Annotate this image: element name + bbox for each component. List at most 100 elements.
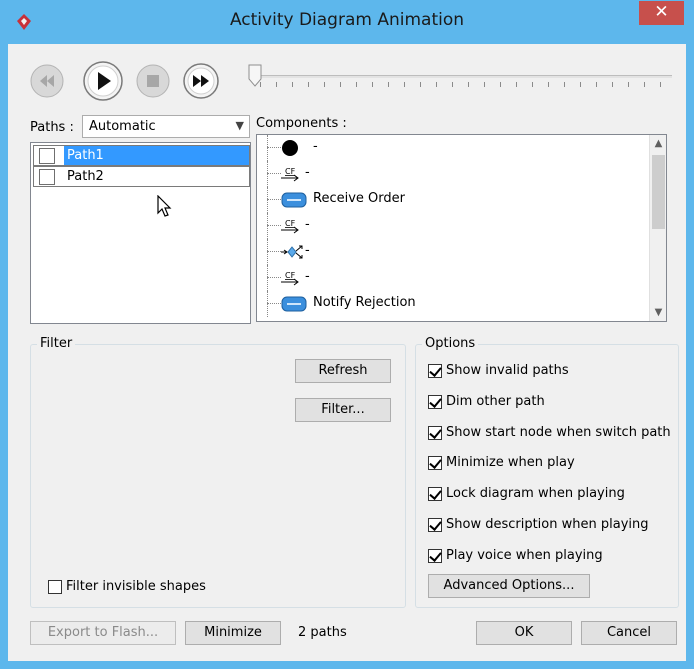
- paths-list[interactable]: Path1 Path2: [30, 142, 251, 324]
- decision-node-icon: [281, 245, 303, 259]
- checkbox-box[interactable]: [428, 426, 442, 440]
- list-item[interactable]: CF -: [257, 213, 647, 239]
- tree-line: [267, 277, 281, 278]
- slider-tick: [612, 82, 613, 87]
- slider-tick: [500, 82, 501, 87]
- list-item[interactable]: Receive Order: [257, 187, 647, 213]
- list-item-label: Receive Order: [313, 191, 405, 206]
- checkbox-label: Show invalid paths: [446, 363, 569, 378]
- tree-line: [267, 303, 281, 304]
- mouse-cursor-icon: [157, 195, 172, 217]
- slider-tick: [596, 82, 597, 87]
- rewind-icon: [30, 64, 64, 98]
- action-icon: [281, 192, 307, 208]
- filter-button[interactable]: Filter...: [295, 398, 391, 422]
- stop-icon: [136, 64, 170, 98]
- checkbox-label: Minimize when play: [446, 455, 575, 470]
- paths-mode-value: Automatic: [89, 119, 156, 134]
- list-item-label: -: [305, 269, 310, 284]
- fast-forward-icon: [183, 63, 219, 99]
- path-item-label: Path2: [67, 169, 104, 184]
- ok-button[interactable]: OK: [476, 621, 572, 645]
- list-item[interactable]: Notify Rejection: [257, 291, 647, 317]
- chevron-down-icon[interactable]: ▼: [650, 304, 666, 321]
- minimize-button[interactable]: Minimize: [185, 621, 281, 645]
- slider-tick: [420, 82, 421, 87]
- tree-line: [267, 291, 268, 317]
- components-scrollbar[interactable]: ▲ ▼: [649, 135, 666, 321]
- path-item-path1[interactable]: Path1: [33, 145, 250, 166]
- chevron-up-icon[interactable]: ▲: [650, 135, 666, 152]
- slider-tick: [388, 82, 389, 87]
- list-item-label: -: [305, 165, 310, 180]
- dialog-body: Paths : Automatic ▼ Path1 Path2 Componen…: [8, 44, 686, 661]
- slider-tick: [548, 82, 549, 87]
- checkbox-box[interactable]: [428, 364, 442, 378]
- control-flow-icon: CF: [281, 167, 299, 182]
- slider-tick: [468, 82, 469, 87]
- paths-mode-select[interactable]: Automatic ▼: [82, 115, 250, 138]
- checkbox-box[interactable]: [428, 395, 442, 409]
- paths-label: Paths :: [30, 120, 74, 135]
- checkbox-label: Play voice when playing: [446, 548, 603, 563]
- list-item[interactable]: -: [257, 135, 647, 161]
- slider-tick: [516, 82, 517, 87]
- slider-tick: [436, 82, 437, 87]
- tree-line: [267, 147, 281, 148]
- components-list[interactable]: - CF - Receive Order CF - - CF - Notify …: [256, 134, 667, 322]
- slider-tick: [404, 82, 405, 87]
- list-item-label: -: [313, 139, 318, 154]
- timeline-slider[interactable]: [248, 60, 678, 92]
- window-title: Activity Diagram Animation: [229, 10, 465, 30]
- checkbox-box[interactable]: [428, 456, 442, 470]
- control-flow-icon: CF: [281, 271, 299, 286]
- tree-line: [267, 187, 268, 213]
- rewind-button[interactable]: [30, 64, 64, 98]
- fast-forward-button[interactable]: [182, 62, 220, 100]
- advanced-options-button[interactable]: Advanced Options...: [428, 574, 590, 598]
- slider-tick: [452, 82, 453, 87]
- play-button[interactable]: [82, 60, 124, 102]
- tree-line: [267, 265, 268, 291]
- checkbox-box[interactable]: [48, 580, 62, 594]
- list-item-label: -: [305, 243, 310, 258]
- stop-button[interactable]: [136, 64, 170, 98]
- checkbox-box[interactable]: [428, 518, 442, 532]
- slider-tick: [308, 82, 309, 87]
- tree-line: [267, 135, 268, 161]
- tree-line: [267, 251, 281, 252]
- tree-line: [267, 225, 281, 226]
- scroll-thumb[interactable]: [652, 155, 665, 229]
- slider-tick: [644, 82, 645, 87]
- slider-tick: [292, 82, 293, 87]
- tree-line: [267, 199, 281, 200]
- initial-node-icon: [282, 140, 298, 156]
- slider-thumb[interactable]: [248, 64, 262, 88]
- slider-tick: [580, 82, 581, 87]
- checkbox-box[interactable]: [428, 549, 442, 563]
- cancel-button[interactable]: Cancel: [581, 621, 677, 645]
- slider-tick: [324, 82, 325, 87]
- components-label: Components :: [256, 116, 347, 131]
- close-button[interactable]: ✕: [639, 1, 684, 25]
- list-item[interactable]: CF -: [257, 265, 647, 291]
- dialog-window: Activity Diagram Animation ✕ Paths: Aut…: [0, 0, 694, 669]
- slider-tick: [660, 82, 661, 87]
- action-icon: [281, 296, 307, 312]
- checkbox-box[interactable]: [428, 487, 442, 501]
- refresh-button[interactable]: Refresh: [295, 359, 391, 383]
- slider-ticks: [260, 82, 672, 88]
- export-to-flash-button[interactable]: Export to Flash...: [30, 621, 176, 645]
- path-item-label: Path1: [64, 146, 249, 165]
- title-bar[interactable]: Activity Diagram Animation ✕: [0, 0, 694, 44]
- slider-tick: [356, 82, 357, 87]
- options-group-title: Options: [422, 336, 479, 351]
- slider-tick: [340, 82, 341, 87]
- checkbox-label: Show start node when switch path: [446, 425, 671, 440]
- list-item[interactable]: CF -: [257, 161, 647, 187]
- path-item-path2[interactable]: Path2: [33, 166, 250, 187]
- path1-checkbox[interactable]: [39, 148, 55, 164]
- slider-tick: [484, 82, 485, 87]
- list-item[interactable]: -: [257, 239, 647, 265]
- path2-checkbox[interactable]: [39, 169, 55, 185]
